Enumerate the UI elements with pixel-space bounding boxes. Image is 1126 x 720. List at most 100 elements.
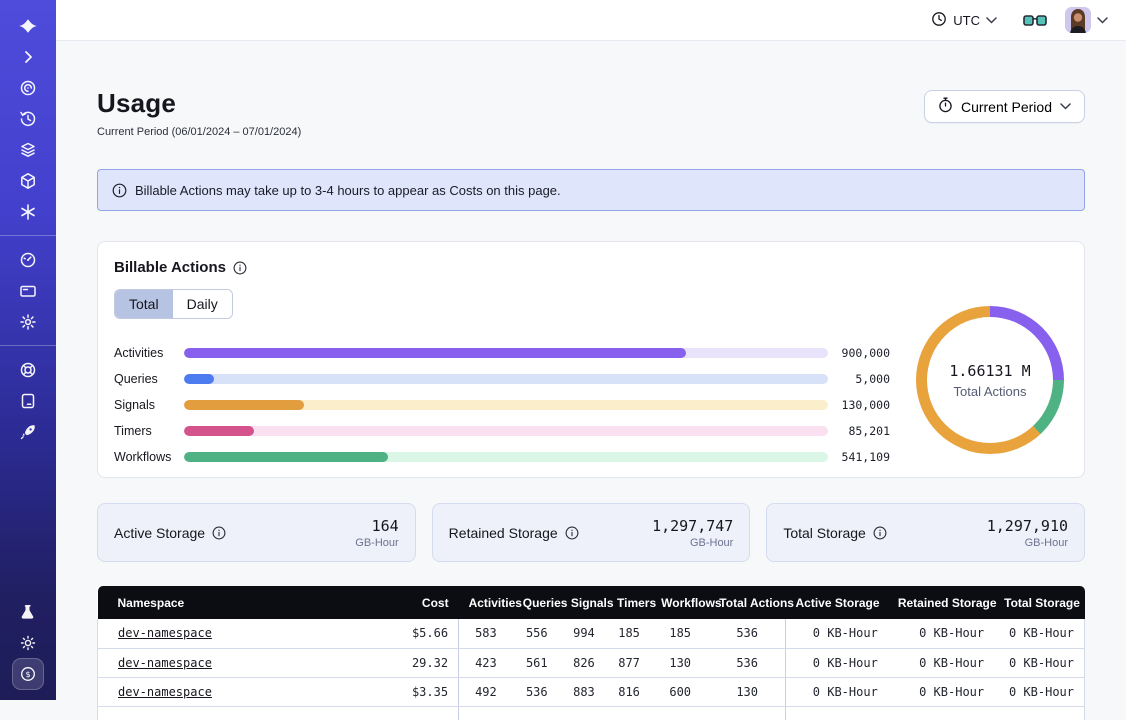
cell-total-actions: 130	[709, 677, 785, 706]
cell-total-actions	[709, 706, 785, 720]
expand-chevron-icon[interactable]	[12, 41, 44, 72]
bar-category-label: Signals	[114, 398, 184, 412]
bar-fill	[184, 374, 214, 384]
info-icon[interactable]	[873, 526, 887, 540]
cell-retained-storage	[888, 706, 994, 720]
cell-activities: 423	[459, 648, 513, 677]
column-header-total-storage: Total Storage	[994, 586, 1084, 619]
bar-row: Workflows 541,109	[114, 444, 890, 470]
info-icon[interactable]	[233, 261, 247, 275]
billable-view-tabs: Total Daily	[114, 289, 233, 319]
stopwatch-icon	[938, 97, 953, 116]
donut-total-value: 1.66131 M	[949, 362, 1030, 380]
account-menu[interactable]	[1065, 7, 1108, 33]
cell-signals	[561, 706, 607, 720]
namespaces-icon[interactable]	[12, 72, 44, 103]
column-header-signals: Signals	[561, 586, 607, 619]
cell-timers	[607, 706, 651, 720]
billing-icon[interactable]	[12, 275, 44, 306]
bar-value-label: 900,000	[828, 346, 890, 360]
bar-row: Activities900,000	[114, 340, 890, 366]
bar-category-label: Workflows	[114, 450, 184, 464]
cell-queries: 561	[513, 648, 561, 677]
usage-icon[interactable]	[12, 244, 44, 275]
tab-daily[interactable]: Daily	[173, 290, 232, 318]
bar-value-label: 130,000	[828, 398, 890, 412]
column-header-active-storage: Active Storage	[786, 586, 888, 619]
cell-signals: 883	[561, 677, 607, 706]
period-selector-button[interactable]: Current Period	[924, 90, 1085, 123]
cell-activities: 583	[459, 619, 513, 648]
cell-queries: 556	[513, 619, 561, 648]
cell-cost: $5.66	[358, 619, 458, 648]
namespace-link[interactable]: dev-namespace	[118, 685, 212, 699]
namespace-link[interactable]: dev-namespace	[118, 656, 212, 670]
cell-cost	[358, 706, 458, 720]
cell-active-storage	[786, 706, 888, 720]
cell-namespace: dev-namespace	[98, 619, 359, 648]
labs-icon[interactable]	[12, 596, 44, 627]
table-header-row: NamespaceCostActivitiesQueriesSignalsTim…	[98, 586, 1085, 619]
total-storage-value: 1,297,910	[987, 517, 1068, 535]
bar-row: Queries5,000	[114, 366, 890, 392]
tab-total[interactable]: Total	[115, 290, 173, 318]
bar-fill	[184, 426, 254, 436]
sidebar-divider	[0, 235, 56, 236]
bar-track	[184, 400, 828, 410]
cell-workflows: 130	[651, 648, 709, 677]
nexus-icon[interactable]	[12, 196, 44, 227]
cell-active-storage: 0 KB-Hour	[786, 648, 888, 677]
chevron-down-icon	[1060, 103, 1071, 110]
cost-icon[interactable]: $	[12, 658, 44, 690]
column-header-cost: Cost	[358, 586, 458, 619]
docs-icon[interactable]	[12, 385, 44, 416]
main-content: Usage Current Period (06/01/2024 – 07/01…	[56, 41, 1126, 720]
getting-started-icon[interactable]	[12, 416, 44, 447]
namespace-link[interactable]: dev-namespace	[118, 626, 212, 640]
bar-track	[184, 452, 828, 462]
cell-retained-storage: 0 KB-Hour	[888, 677, 994, 706]
timezone-selector[interactable]: UTC	[931, 11, 997, 30]
bar-fill	[184, 400, 304, 410]
cell-cost: $3.35	[358, 677, 458, 706]
cell-timers: 816	[607, 677, 651, 706]
bar-track	[184, 426, 828, 436]
bar-value-label: 541,109	[828, 450, 890, 464]
cell-cost: 29.32	[358, 648, 458, 677]
column-header-activities: Activities	[459, 586, 513, 619]
info-icon[interactable]	[212, 526, 226, 540]
bar-row: Signals 130,000	[114, 392, 890, 418]
cell-signals: 994	[561, 619, 607, 648]
total-storage-card: Total Storage 1,297,910 GB-Hour	[766, 503, 1085, 562]
schedules-icon[interactable]	[12, 103, 44, 134]
bar-value-label: 85,201	[828, 424, 890, 438]
cell-active-storage: 0 KB-Hour	[786, 677, 888, 706]
bar-track	[184, 348, 828, 358]
settings-icon[interactable]	[12, 306, 44, 337]
temporal-logo[interactable]	[12, 10, 44, 41]
sidebar: $	[0, 0, 56, 700]
chevron-down-icon	[1097, 17, 1108, 24]
cell-total-storage	[994, 706, 1084, 720]
info-icon[interactable]	[565, 526, 579, 540]
cell-namespace: dev-namespace	[98, 677, 359, 706]
bar-category-label: Queries	[114, 372, 184, 386]
cell-retained-storage: 0 KB-Hour	[888, 619, 994, 648]
cell-total-storage: 0 KB-Hour	[994, 619, 1084, 648]
period-selector-label: Current Period	[961, 99, 1052, 115]
support-icon[interactable]	[12, 354, 44, 385]
table-row: dev-namespace$5.665835569941851855360 KB…	[98, 619, 1085, 648]
cell-active-storage: 0 KB-Hour	[786, 619, 888, 648]
cell-activities: 492	[459, 677, 513, 706]
topbar: UTC	[56, 0, 1126, 41]
glasses-icon[interactable]	[1023, 13, 1047, 28]
retained-storage-label: Retained Storage	[449, 525, 558, 541]
deployments-icon[interactable]	[12, 134, 44, 165]
workflows-icon[interactable]	[12, 165, 44, 196]
column-header-workflows: Workflows	[651, 586, 709, 619]
storage-summary-row: Active Storage 164 GB-Hour Retained Stor…	[97, 503, 1085, 562]
theme-icon[interactable]	[12, 627, 44, 658]
billable-actions-card: Billable Actions Total Daily Activities9…	[97, 241, 1085, 478]
active-storage-card: Active Storage 164 GB-Hour	[97, 503, 416, 562]
donut-total-label: Total Actions	[954, 384, 1027, 399]
